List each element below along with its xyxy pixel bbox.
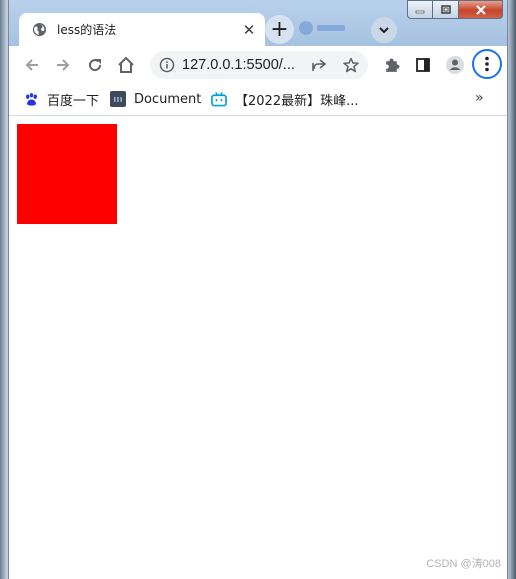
baidu-paw-icon	[23, 91, 39, 107]
reload-icon	[89, 59, 102, 72]
tab-close-icon[interactable]: ✕	[237, 18, 261, 42]
back-button[interactable]	[18, 51, 46, 79]
chrome-menu-button[interactable]	[472, 49, 502, 79]
active-tab[interactable]: less的语法 ✕	[19, 13, 265, 46]
home-icon	[118, 56, 134, 73]
profile-button[interactable]	[441, 51, 469, 79]
bookmark-label: Document	[134, 91, 202, 107]
side-panel-button[interactable]	[409, 51, 437, 79]
minimize-icon	[415, 10, 425, 13]
tab-strip: less的语法 ✕ +	[9, 0, 507, 46]
extensions-button[interactable]	[377, 51, 405, 79]
window-close-button[interactable]	[459, 0, 503, 19]
ghost-favicon-icon	[299, 20, 313, 35]
browser-window: less的语法 ✕ + 127.0.0.1:5500/... 百度一下 Docu…	[8, 0, 508, 579]
page-content: CSDN @涛008	[9, 116, 507, 579]
csdn-watermark: CSDN @涛008	[426, 558, 501, 570]
tab-title: less的语法	[57, 23, 117, 37]
new-tab-button[interactable]: +	[265, 15, 294, 44]
puzzle-icon	[385, 58, 399, 72]
globe-icon	[31, 22, 47, 38]
bookmarks-bar: 百度一下 Document 【2022最新】珠峰... »	[9, 84, 507, 116]
red-box	[17, 124, 117, 224]
star-icon	[343, 57, 359, 73]
background-tab-ghost	[299, 15, 349, 40]
forward-button[interactable]	[49, 51, 77, 79]
chevron-down-icon	[379, 27, 389, 34]
tab-search-button[interactable]	[371, 17, 397, 43]
window-controls	[407, 0, 503, 20]
bookmark-star-button[interactable]	[337, 51, 365, 79]
bookmark-baidu[interactable]: 百度一下	[23, 88, 99, 110]
document-icon	[110, 91, 126, 107]
maximize-button[interactable]	[433, 0, 459, 19]
ghost-tab-label-bar	[317, 24, 345, 31]
restore-icon	[440, 4, 451, 14]
forward-arrow-icon	[57, 59, 70, 71]
url-text: 127.0.0.1:5500/...	[182, 57, 295, 73]
bookmark-label: 【2022最新】珠峰...	[235, 93, 359, 109]
bookmark-bilibili[interactable]: 【2022最新】珠峰...	[211, 88, 358, 110]
reload-button[interactable]	[81, 51, 109, 79]
more-vertical-icon	[485, 56, 489, 72]
bookmark-document[interactable]: Document	[110, 88, 201, 110]
close-x-icon	[475, 4, 486, 15]
minimize-button[interactable]	[407, 0, 433, 19]
site-info-icon[interactable]	[152, 57, 182, 73]
bookmarks-overflow-button[interactable]: »	[475, 90, 484, 106]
address-bar[interactable]: 127.0.0.1:5500/...	[150, 51, 368, 79]
side-panel-icon	[416, 58, 430, 72]
toolbar: 127.0.0.1:5500/...	[9, 46, 507, 84]
bookmark-label: 百度一下	[47, 93, 100, 109]
profile-avatar-icon	[446, 56, 464, 74]
bilibili-icon	[211, 91, 227, 107]
share-button[interactable]	[305, 51, 333, 79]
home-button[interactable]	[112, 51, 140, 79]
back-arrow-icon	[25, 59, 38, 71]
share-icon	[312, 59, 327, 71]
